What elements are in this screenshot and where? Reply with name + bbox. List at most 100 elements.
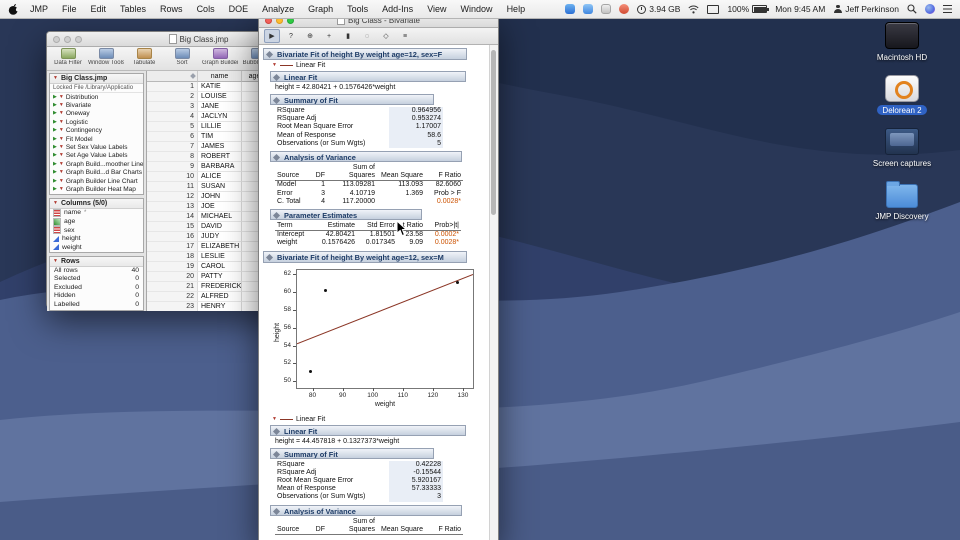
menu-item[interactable]: Tools bbox=[340, 4, 375, 14]
column-item[interactable]: sex bbox=[50, 226, 143, 235]
run-script-icon[interactable]: ▶ bbox=[53, 178, 57, 184]
table-script-item[interactable]: ▶ ▼ Fit Model bbox=[50, 135, 143, 143]
name-cell[interactable]: CAROL bbox=[198, 262, 242, 272]
desktop-icon[interactable]: Screen captures bbox=[856, 128, 948, 168]
name-cell[interactable]: JOE bbox=[198, 202, 242, 212]
memory-status[interactable]: 3.94 GB bbox=[637, 4, 680, 14]
menu-item[interactable]: Help bbox=[500, 4, 533, 14]
row-number-cell[interactable]: 14 bbox=[147, 212, 198, 222]
siri-icon[interactable] bbox=[925, 4, 935, 14]
menu-item[interactable]: Tables bbox=[113, 4, 153, 14]
name-cell[interactable]: LOUISE bbox=[198, 92, 242, 102]
table-script-item[interactable]: ▶ ▼ Graph Builder Heat Map bbox=[50, 185, 143, 193]
outline-header-anova[interactable]: Analysis of Variance bbox=[270, 504, 462, 516]
column-type-icon[interactable] bbox=[53, 235, 59, 242]
menu-item[interactable]: Cols bbox=[190, 4, 222, 14]
column-item[interactable]: weight bbox=[50, 243, 143, 252]
red-triangle-icon[interactable]: ▼ bbox=[59, 170, 64, 175]
scrollbar-thumb[interactable] bbox=[491, 50, 496, 215]
report-tool-button[interactable]: ? bbox=[283, 29, 299, 43]
row-number-cell[interactable]: 4 bbox=[147, 112, 198, 122]
menu-item[interactable]: View bbox=[420, 4, 453, 14]
row-number-cell[interactable]: 15 bbox=[147, 222, 198, 232]
toolbar-button[interactable]: Sort bbox=[164, 48, 200, 66]
column-type-icon[interactable] bbox=[53, 217, 61, 226]
name-cell[interactable]: HENRY bbox=[198, 302, 242, 311]
name-cell[interactable]: PATTY bbox=[198, 272, 242, 282]
menu-item[interactable]: Edit bbox=[84, 4, 114, 14]
table-script-item[interactable]: ▶ ▼ Graph Builder Line Chart bbox=[50, 177, 143, 185]
name-cell[interactable]: KATIE bbox=[198, 82, 242, 92]
row-number-cell[interactable]: 23 bbox=[147, 302, 198, 311]
menu-item[interactable]: Window bbox=[454, 4, 500, 14]
row-number-cell[interactable]: 11 bbox=[147, 182, 198, 192]
column-item[interactable]: age bbox=[50, 217, 143, 226]
row-number-cell[interactable]: 5 bbox=[147, 122, 198, 132]
name-cell[interactable]: JACLYN bbox=[198, 112, 242, 122]
user-menu[interactable]: Jeff Perkinson bbox=[833, 4, 899, 14]
report-tool-button[interactable]: + bbox=[321, 29, 337, 43]
run-script-icon[interactable]: ▶ bbox=[53, 170, 57, 175]
outline-header-bivariate-f[interactable]: Bivariate Fit of height By weight age=12… bbox=[263, 48, 467, 60]
name-cell[interactable]: LESLIE bbox=[198, 252, 242, 262]
red-triangle-icon[interactable]: ▼ bbox=[59, 128, 64, 133]
outline-header-anova[interactable]: Analysis of Variance bbox=[270, 151, 462, 163]
red-triangle-icon[interactable]: ▼ bbox=[59, 145, 64, 150]
row-number-cell[interactable]: 21 bbox=[147, 282, 198, 292]
name-cell[interactable]: FREDERICK bbox=[198, 282, 242, 292]
red-triangle-icon[interactable]: ▼ bbox=[59, 186, 64, 192]
name-cell[interactable]: MICHAEL bbox=[198, 212, 242, 222]
toolbar-button[interactable]: Data Filter bbox=[50, 48, 86, 66]
run-script-icon[interactable]: ▶ bbox=[53, 136, 57, 142]
red-triangle-icon[interactable]: ▼ bbox=[53, 258, 58, 264]
table-script-item[interactable]: ▶ ▼ Distribution bbox=[50, 93, 143, 101]
notification-center-icon[interactable] bbox=[943, 5, 952, 14]
display-icon[interactable] bbox=[707, 4, 720, 14]
toolbar-button[interactable]: Window Tools bbox=[88, 48, 124, 66]
file-panel-header[interactable]: ▼ Big Class.jmp bbox=[50, 74, 143, 84]
name-cell[interactable]: ROBERT bbox=[198, 152, 242, 162]
run-script-icon[interactable]: ▶ bbox=[53, 186, 57, 192]
outline-header-summary-of-fit[interactable]: Summary of Fit bbox=[270, 447, 434, 459]
scrollbar[interactable] bbox=[489, 45, 498, 540]
menu-extra-app-icon[interactable] bbox=[601, 4, 612, 14]
run-script-icon[interactable]: ▶ bbox=[53, 128, 57, 133]
column-type-icon[interactable] bbox=[53, 244, 59, 251]
report-tool-button[interactable]: ⊕ bbox=[302, 29, 318, 43]
row-number-cell[interactable]: 2 bbox=[147, 92, 198, 102]
battery-status[interactable]: 100% bbox=[727, 4, 769, 14]
run-script-icon[interactable]: ▶ bbox=[53, 119, 57, 125]
desktop-icon[interactable]: Macintosh HD bbox=[856, 22, 948, 62]
red-triangle-icon[interactable]: ▼ bbox=[59, 94, 64, 100]
row-number-cell[interactable]: 6 bbox=[147, 132, 198, 142]
desktop-icon[interactable]: Delorean 2 bbox=[856, 75, 948, 115]
run-script-icon[interactable]: ▶ bbox=[53, 103, 57, 108]
toolbar-button[interactable]: Graph Builder bbox=[202, 48, 238, 66]
menu-item[interactable]: DOE bbox=[222, 4, 256, 14]
red-triangle-icon[interactable]: ▼ bbox=[59, 119, 64, 125]
name-cell[interactable]: JOHN bbox=[198, 192, 242, 202]
linear-fit-toggle[interactable]: ▼ Linear Fit bbox=[272, 416, 485, 423]
name-cell[interactable]: JUDY bbox=[198, 232, 242, 242]
data-point[interactable] bbox=[324, 288, 328, 292]
report-tool-button[interactable]: ▶ bbox=[264, 29, 280, 43]
menu-item[interactable]: JMP bbox=[23, 4, 55, 14]
run-script-icon[interactable]: ▶ bbox=[53, 153, 57, 158]
menu-item[interactable]: Graph bbox=[301, 4, 340, 14]
outline-header-linear-fit[interactable]: Linear Fit bbox=[270, 424, 466, 436]
name-cell[interactable]: ALICE bbox=[198, 172, 242, 182]
menu-item[interactable]: Rows bbox=[153, 4, 190, 14]
minimize-button[interactable] bbox=[64, 35, 71, 43]
table-script-item[interactable]: ▶ ▼ Set Age Value Labels bbox=[50, 152, 143, 160]
name-cell[interactable]: BARBARA bbox=[198, 162, 242, 172]
red-triangle-icon[interactable]: ▼ bbox=[59, 136, 64, 142]
row-number-cell[interactable]: 19 bbox=[147, 262, 198, 272]
row-number-cell[interactable]: 18 bbox=[147, 252, 198, 262]
desktop-icon[interactable]: JMP Discovery bbox=[856, 181, 948, 221]
red-triangle-icon[interactable]: ▼ bbox=[59, 161, 64, 167]
row-number-cell[interactable]: 8 bbox=[147, 152, 198, 162]
red-triangle-menu-icon[interactable]: ▼ bbox=[272, 416, 277, 422]
row-number-cell[interactable]: 7 bbox=[147, 142, 198, 152]
row-number-cell[interactable]: 16 bbox=[147, 232, 198, 242]
row-number-cell[interactable]: 12 bbox=[147, 192, 198, 202]
